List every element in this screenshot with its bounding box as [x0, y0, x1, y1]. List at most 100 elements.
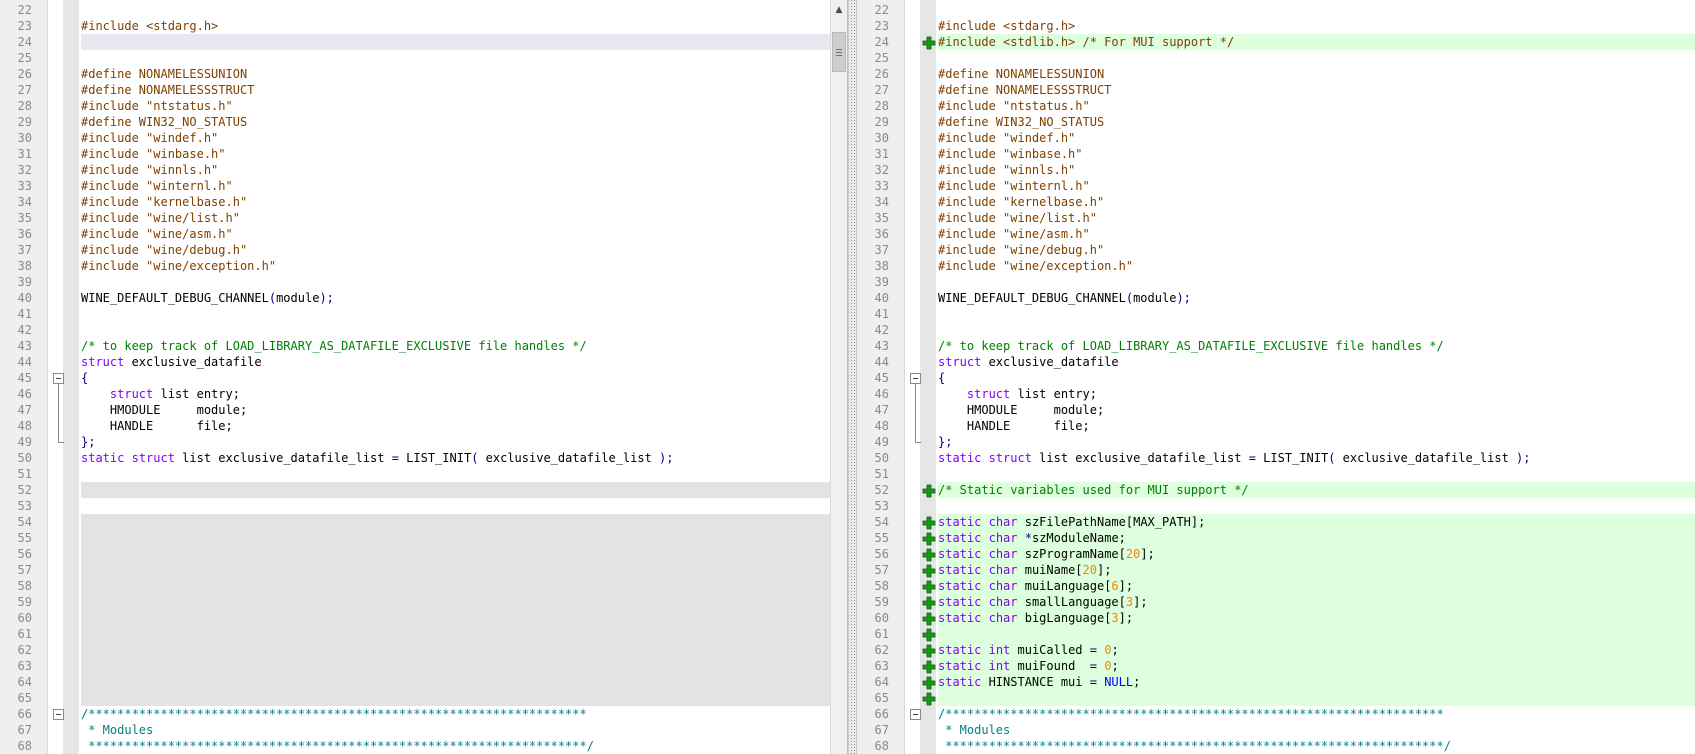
- code-line[interactable]: 44 struct exclusive_datafile: [857, 354, 1695, 370]
- code-line[interactable]: 66 /*************************************…: [857, 706, 1695, 722]
- code-line[interactable]: 62: [0, 642, 830, 658]
- code-line[interactable]: 58 static char muiLanguage[6];: [857, 578, 1695, 594]
- code-line[interactable]: 31 #include "winbase.h": [857, 146, 1695, 162]
- code-line[interactable]: 55 static char *szModuleName;: [857, 530, 1695, 546]
- code-line[interactable]: 30 #include "windef.h": [0, 130, 830, 146]
- fold-toggle-minus-icon[interactable]: [53, 373, 64, 384]
- code-line[interactable]: 55: [0, 530, 830, 546]
- code-line[interactable]: 40 WINE_DEFAULT_DEBUG_CHANNEL(module);: [0, 290, 830, 306]
- code-line[interactable]: 30 #include "windef.h": [857, 130, 1695, 146]
- code-line[interactable]: 45 {: [0, 370, 830, 386]
- code-line[interactable]: 60: [0, 610, 830, 626]
- fold-toggle-minus-icon[interactable]: [910, 373, 921, 384]
- code-line[interactable]: 38 #include "wine/exception.h": [0, 258, 830, 274]
- fold-toggle-minus-icon[interactable]: [53, 709, 64, 720]
- code-line[interactable]: 46 struct list entry;: [857, 386, 1695, 402]
- code-line[interactable]: 61: [857, 626, 1695, 642]
- code-line[interactable]: 50 static struct list exclusive_datafile_…: [857, 450, 1695, 466]
- code-line[interactable]: 41: [0, 306, 830, 322]
- code-line[interactable]: 34 #include "kernelbase.h": [857, 194, 1695, 210]
- code-line[interactable]: 27 #define NONAMELESSSTRUCT: [857, 82, 1695, 98]
- code-line[interactable]: 34 #include "kernelbase.h": [0, 194, 830, 210]
- code-line[interactable]: 39: [0, 274, 830, 290]
- code-line[interactable]: 25: [857, 50, 1695, 66]
- code-line[interactable]: 56: [0, 546, 830, 562]
- code-line[interactable]: 28 #include "ntstatus.h": [0, 98, 830, 114]
- code-line[interactable]: 49};: [0, 434, 830, 450]
- code-line[interactable]: 68 *************************************…: [0, 738, 830, 754]
- code-line[interactable]: 52 /* Static variables used for MUI suppo…: [857, 482, 1695, 498]
- code-line[interactable]: 44 struct exclusive_datafile: [0, 354, 830, 370]
- code-line[interactable]: 63 static int muiFound = 0;: [857, 658, 1695, 674]
- code-line[interactable]: 46 struct list entry;: [0, 386, 830, 402]
- code-line[interactable]: 32 #include "winnls.h": [0, 162, 830, 178]
- vertical-scrollbar[interactable]: ▲: [830, 0, 847, 754]
- code-line[interactable]: 67 * Modules: [857, 722, 1695, 738]
- code-line[interactable]: 42: [0, 322, 830, 338]
- code-line[interactable]: 66 /*************************************…: [0, 706, 830, 722]
- code-line[interactable]: 45 {: [857, 370, 1695, 386]
- code-line[interactable]: 43 /* to keep track of LOAD_LIBRARY_AS_DA…: [857, 338, 1695, 354]
- code-line[interactable]: 23 #include <stdarg.h>: [857, 18, 1695, 34]
- code-line[interactable]: 59 static char smallLanguage[3];: [857, 594, 1695, 610]
- code-line[interactable]: 27 #define NONAMELESSSTRUCT: [0, 82, 830, 98]
- code-line[interactable]: 39: [857, 274, 1695, 290]
- code-line[interactable]: 53: [857, 498, 1695, 514]
- code-line[interactable]: 42: [857, 322, 1695, 338]
- fold-toggle-minus-icon[interactable]: [910, 709, 921, 720]
- code-line[interactable]: 29 #define WIN32_NO_STATUS: [857, 114, 1695, 130]
- code-line[interactable]: 51: [857, 466, 1695, 482]
- code-line[interactable]: 37 #include "wine/debug.h": [0, 242, 830, 258]
- code-line[interactable]: 38 #include "wine/exception.h": [857, 258, 1695, 274]
- code-line[interactable]: 57: [0, 562, 830, 578]
- code-line[interactable]: 33 #include "winternl.h": [857, 178, 1695, 194]
- code-line[interactable]: 26 #define NONAMELESSUNION: [0, 66, 830, 82]
- code-line[interactable]: 29 #define WIN32_NO_STATUS: [0, 114, 830, 130]
- right-diff-pane[interactable]: 22 23 #include <stdarg.h> 24 #include <stdli…: [857, 0, 1695, 754]
- code-line[interactable]: 64 static HINSTANCE mui = NULL;: [857, 674, 1695, 690]
- code-line[interactable]: 47 HMODULE module;: [0, 402, 830, 418]
- code-line[interactable]: 22: [857, 2, 1695, 18]
- code-line[interactable]: 68 *************************************…: [857, 738, 1695, 754]
- code-line[interactable]: 24 #include <stdlib.h> /* For MUI support…: [857, 34, 1695, 50]
- code-line[interactable]: 56 static char szProgramName[20];: [857, 546, 1695, 562]
- code-line[interactable]: 67 * Modules: [0, 722, 830, 738]
- scroll-up-icon[interactable]: ▲: [832, 2, 846, 18]
- code-line[interactable]: 36 #include "wine/asm.h": [857, 226, 1695, 242]
- code-line[interactable]: 25: [0, 50, 830, 66]
- code-line[interactable]: 22: [0, 2, 830, 18]
- code-line[interactable]: 35 #include "wine/list.h": [857, 210, 1695, 226]
- code-line[interactable]: 63: [0, 658, 830, 674]
- code-line[interactable]: 43 /* to keep track of LOAD_LIBRARY_AS_DA…: [0, 338, 830, 354]
- code-line[interactable]: 54 static char szFilePathName[MAX_PATH];: [857, 514, 1695, 530]
- code-line[interactable]: 48 HANDLE file;: [0, 418, 830, 434]
- code-line[interactable]: 28 #include "ntstatus.h": [857, 98, 1695, 114]
- code-line[interactable]: 60 static char bigLanguage[3];: [857, 610, 1695, 626]
- code-line[interactable]: 36 #include "wine/asm.h": [0, 226, 830, 242]
- code-line[interactable]: 59: [0, 594, 830, 610]
- scroll-thumb[interactable]: [832, 32, 846, 72]
- pane-splitter[interactable]: [848, 0, 857, 754]
- code-line[interactable]: 37 #include "wine/debug.h": [857, 242, 1695, 258]
- code-line[interactable]: 48 HANDLE file;: [857, 418, 1695, 434]
- code-line[interactable]: 52: [0, 482, 830, 498]
- left-diff-pane[interactable]: 22 23 #include <stdarg.h> 24 25 26 #define NON…: [0, 0, 848, 754]
- code-line[interactable]: 26 #define NONAMELESSUNION: [857, 66, 1695, 82]
- code-line[interactable]: 47 HMODULE module;: [857, 402, 1695, 418]
- code-line[interactable]: 62 static int muiCalled = 0;: [857, 642, 1695, 658]
- code-line[interactable]: 33 #include "winternl.h": [0, 178, 830, 194]
- code-line[interactable]: 23 #include <stdarg.h>: [0, 18, 830, 34]
- code-line[interactable]: 24: [0, 34, 830, 50]
- code-line[interactable]: 35 #include "wine/list.h": [0, 210, 830, 226]
- code-line[interactable]: 51: [0, 466, 830, 482]
- code-line[interactable]: 49};: [857, 434, 1695, 450]
- code-line[interactable]: 41: [857, 306, 1695, 322]
- code-line[interactable]: 54: [0, 514, 830, 530]
- code-line[interactable]: 31 #include "winbase.h": [0, 146, 830, 162]
- code-line[interactable]: 61: [0, 626, 830, 642]
- code-line[interactable]: 50 static struct list exclusive_datafile_…: [0, 450, 830, 466]
- code-line[interactable]: 32 #include "winnls.h": [857, 162, 1695, 178]
- code-line[interactable]: 57 static char muiName[20];: [857, 562, 1695, 578]
- code-line[interactable]: 40 WINE_DEFAULT_DEBUG_CHANNEL(module);: [857, 290, 1695, 306]
- code-line[interactable]: 64: [0, 674, 830, 690]
